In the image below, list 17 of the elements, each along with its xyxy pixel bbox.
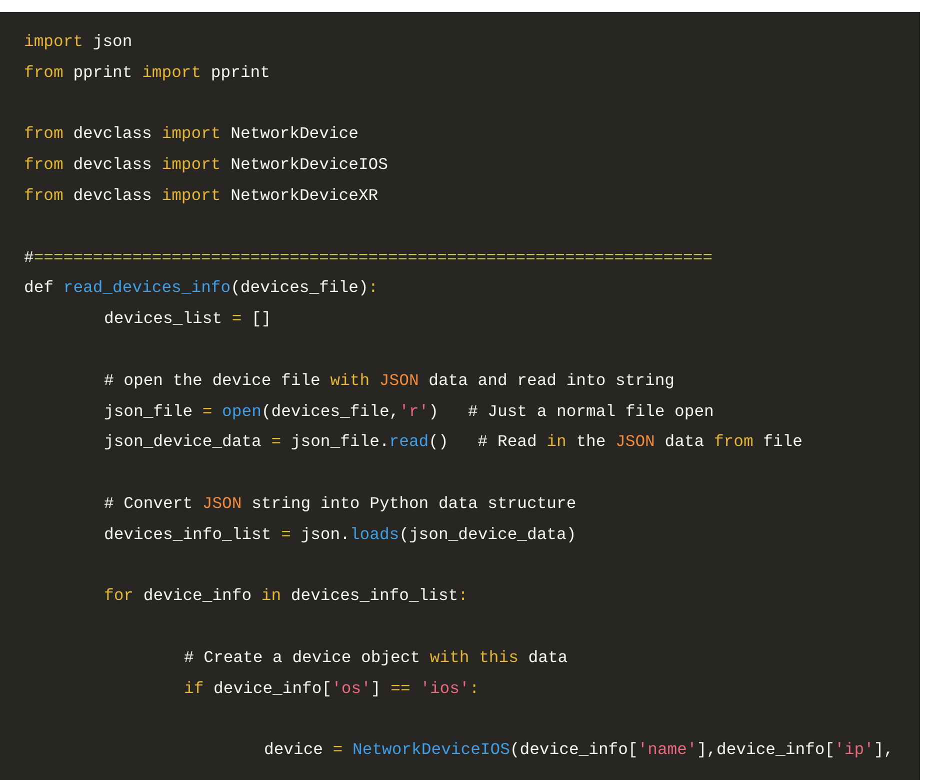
code-line: import json xyxy=(24,31,132,53)
code-line: # Convert JSON string into Python data structure xyxy=(104,492,576,515)
code-line: def read_devices_info(devices_file): xyxy=(24,277,378,300)
code-line: from devclass import NetworkDevice xyxy=(24,123,358,146)
code-line: json_device_data = json_file.read() # Read in the JSON data from file xyxy=(104,431,802,454)
code-line: for device_info in devices_info_list: xyxy=(104,585,468,608)
code-line: from devclass import NetworkDeviceIOS xyxy=(24,154,388,176)
code-line: # open the device file with JSON data and read into string xyxy=(104,370,675,392)
code-line: #===================================================================== xyxy=(24,246,713,269)
code-line: devices_info_list = json.loads(json_device_data) xyxy=(104,524,576,546)
code-line: if device_info['os'] == 'ios': xyxy=(184,678,480,700)
code-line: from devclass import NetworkDeviceXR xyxy=(24,184,378,207)
code-line: # Create a device object with this data xyxy=(184,646,568,669)
code-line: json_file = open(devices_file,'r') # Just a normal file open xyxy=(104,400,714,423)
code-line: device = NetworkDeviceIOS(device_info['name'],device_info['ip'], xyxy=(264,739,894,762)
code-line: devices_list = [] xyxy=(104,308,272,330)
code-line: from pprint import pprint xyxy=(24,62,270,84)
